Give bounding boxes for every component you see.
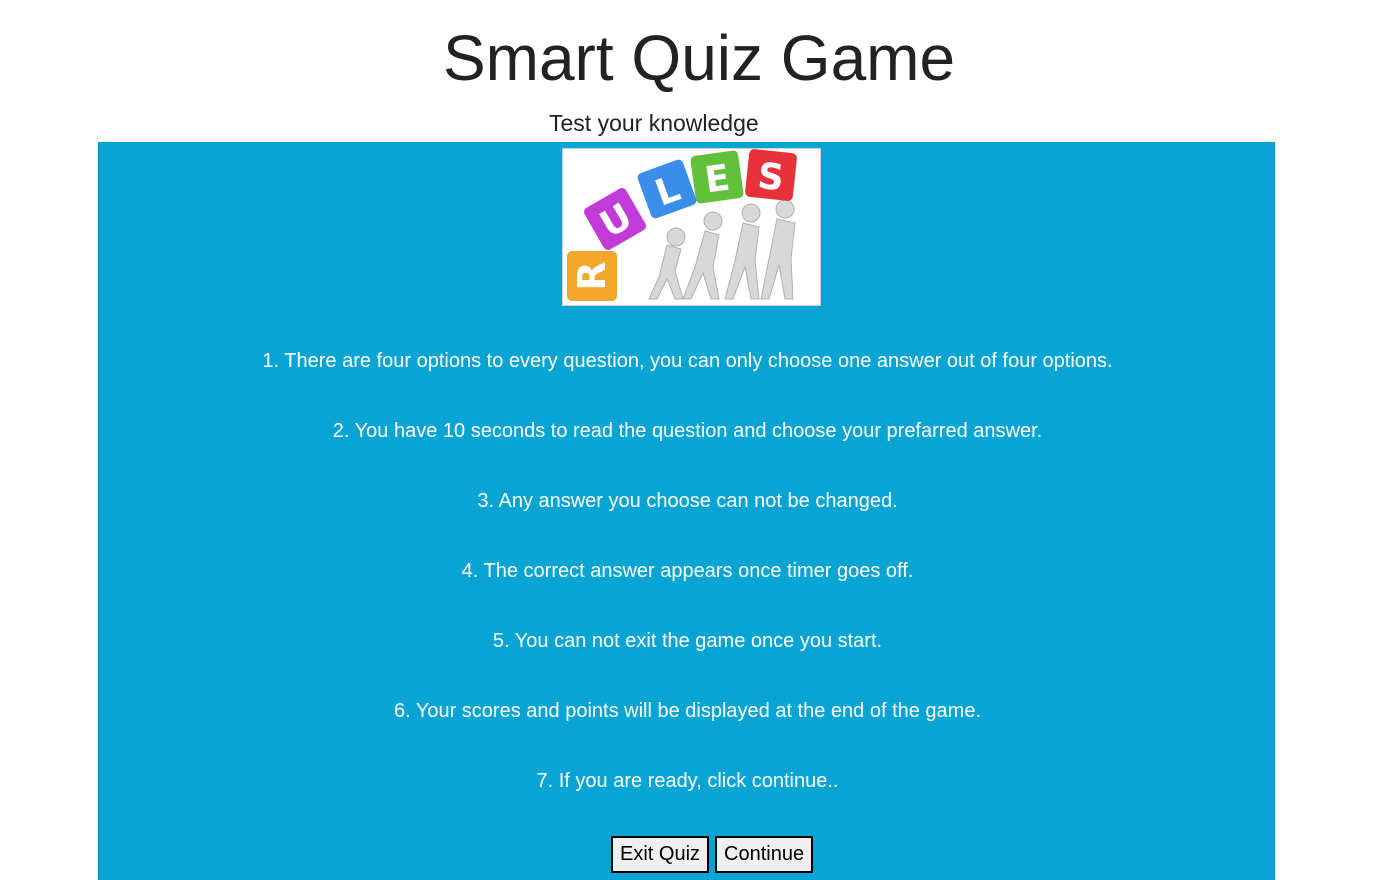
rule-item: 7. If you are ready, click continue.. [536, 770, 839, 792]
rule-item: 2. You have 10 seconds to read the quest… [332, 420, 1043, 442]
page-title: Smart Quiz Game [442, 22, 956, 94]
page-subtitle: Test your knowledge [549, 110, 759, 136]
rules-illustration: R U L E S [562, 148, 821, 306]
rules-panel: R U L E S 1. There are four options to e… [98, 142, 1275, 880]
continue-button[interactable]: Continue [715, 836, 814, 873]
svg-text:R: R [570, 261, 614, 290]
rule-item: 1. There are four options to every quest… [262, 350, 1113, 372]
action-buttons: Exit Quiz Continue [611, 836, 814, 873]
rule-item: 4. The correct answer appears once timer… [461, 560, 914, 582]
rule-item: 5. You can not exit the game once you st… [492, 630, 883, 652]
rule-item: 3. Any answer you choose can not be chan… [477, 490, 898, 512]
exit-quiz-button[interactable]: Exit Quiz [611, 836, 710, 873]
rule-item: 6. Your scores and points will be displa… [393, 700, 982, 722]
svg-text:S: S [756, 156, 786, 199]
rules-letter-r: R [567, 251, 617, 301]
